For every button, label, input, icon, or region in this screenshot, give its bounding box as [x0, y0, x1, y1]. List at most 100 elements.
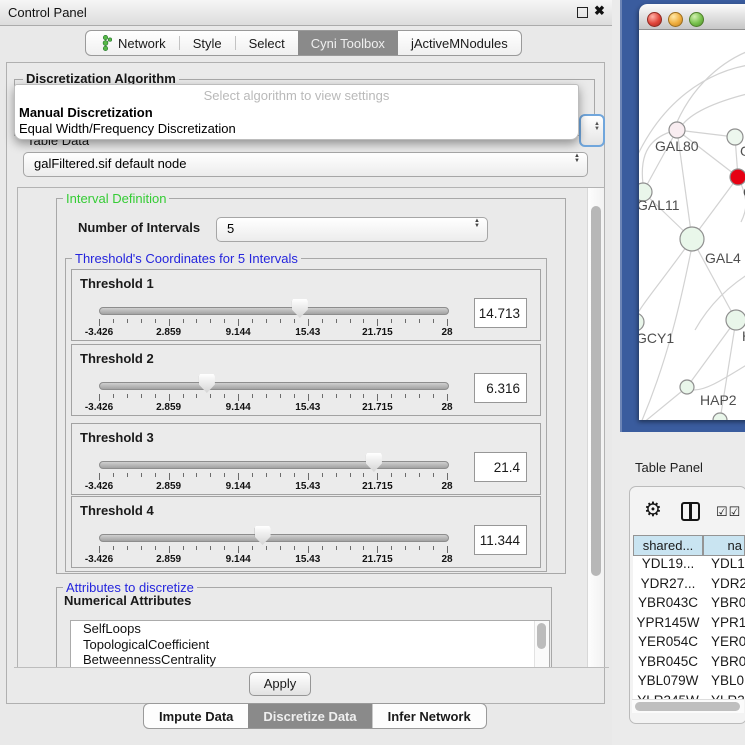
network-node[interactable]	[726, 310, 745, 330]
slider-tick	[433, 319, 434, 323]
network-node[interactable]	[713, 413, 727, 420]
threshold-value-field[interactable]: 21.4	[474, 452, 527, 482]
slider-track[interactable]	[99, 461, 449, 469]
slider-tick	[238, 394, 239, 401]
minimize-traffic-light-icon[interactable]	[668, 12, 683, 27]
network-node[interactable]	[730, 169, 745, 185]
network-node[interactable]	[639, 313, 644, 331]
table-panel: ⚙ ☑☑ shared... na YDL19...YDL1YDR27...YD…	[629, 486, 745, 724]
algorithm-combobox[interactable]: ▲▼	[579, 114, 605, 147]
table-row[interactable]: YER054CYER0	[633, 634, 745, 654]
slider-tick-label: 2.859	[156, 554, 181, 565]
slider-track[interactable]	[99, 307, 449, 315]
slider-thumb[interactable]	[366, 453, 382, 472]
split-columns-icon[interactable]	[681, 502, 700, 521]
slider-tick	[99, 546, 100, 553]
table-cell: YBR043C	[633, 595, 703, 615]
slider-tick-label: 9.144	[226, 554, 251, 565]
scrollbar-thumb[interactable]	[635, 702, 740, 711]
slider-thumb[interactable]	[292, 299, 308, 318]
slider-tick	[294, 394, 295, 398]
table-row[interactable]: YDL19...YDL1	[633, 556, 745, 576]
slider-thumb[interactable]	[255, 526, 271, 545]
tab-impute-data[interactable]: Impute Data	[144, 704, 248, 728]
table-row[interactable]: YBR045CYBR0	[633, 654, 745, 674]
network-edge	[694, 360, 745, 390]
gear-icon[interactable]: ⚙	[644, 500, 662, 520]
tab-select[interactable]: Select	[236, 31, 298, 55]
network-node[interactable]	[680, 227, 704, 251]
slider-tick	[419, 319, 420, 323]
slider-tick-label: 21.715	[362, 402, 393, 413]
close-icon[interactable]: ✖	[594, 3, 605, 19]
slider-tick-label: -3.426	[85, 402, 113, 413]
slider-tick	[252, 546, 253, 550]
horizontal-scrollbar[interactable]	[632, 699, 744, 713]
slider-thumb[interactable]	[199, 374, 215, 393]
apply-button[interactable]: Apply	[249, 672, 311, 696]
tab-discretize-data[interactable]: Discretize Data	[248, 704, 371, 728]
slider-tick	[308, 546, 309, 553]
panel-title: Control Panel	[8, 5, 87, 20]
list-item[interactable]: SelfLoops	[71, 621, 549, 637]
slider-tick	[322, 546, 323, 550]
numerical-attributes-list[interactable]: SelfLoopsTopologicalCoefficientBetweenne…	[70, 620, 550, 668]
threshold-value-field[interactable]: 14.713	[474, 298, 527, 328]
slider-track[interactable]	[99, 382, 449, 390]
zoom-traffic-light-icon[interactable]	[689, 12, 704, 27]
table-row[interactable]: YDR27...YDR2	[633, 576, 745, 596]
network-edge	[639, 387, 687, 420]
network-canvas[interactable]: GAL80GACGAL11GAL4GCY1HHAP2	[639, 30, 745, 420]
settings-scrollbar[interactable]	[587, 188, 604, 667]
list-item[interactable]: TopologicalCoefficient	[71, 637, 549, 653]
table-row[interactable]: YBR043CYBR0	[633, 595, 745, 615]
close-traffic-light-icon[interactable]	[647, 12, 662, 27]
list-item[interactable]: BetweennessCentrality	[71, 652, 549, 668]
float-icon[interactable]	[577, 7, 588, 18]
slider-tick	[322, 473, 323, 477]
scrollbar-thumb[interactable]	[591, 206, 601, 576]
tab-network[interactable]: Network	[86, 31, 179, 55]
slider-tick	[224, 473, 225, 477]
table-column-header[interactable]: shared...	[633, 535, 703, 556]
number-of-intervals-combobox[interactable]: 5 ▲▼	[216, 217, 488, 242]
slider-tick	[141, 546, 142, 550]
slider-tick	[183, 546, 184, 550]
threshold-value-field[interactable]: 11.344	[474, 525, 527, 555]
checkbox-icons[interactable]: ☑☑	[716, 504, 741, 520]
network-graph: GAL80GACGAL11GAL4GCY1HHAP2	[639, 30, 745, 420]
network-node[interactable]	[669, 122, 685, 138]
tab-style[interactable]: Style	[180, 31, 235, 55]
slider-tick	[99, 319, 100, 326]
slider-tick	[127, 546, 128, 550]
combo-arrows-icon: ▲▼	[474, 219, 480, 229]
tab-infer-network[interactable]: Infer Network	[372, 704, 486, 728]
slider-tick	[127, 394, 128, 398]
network-window[interactable]: GAL80GACGAL11GAL4GCY1HHAP2	[639, 4, 745, 420]
slider-tick	[280, 394, 281, 398]
slider-tick	[183, 319, 184, 323]
slider-tick-label: 9.144	[226, 402, 251, 413]
slider-track[interactable]	[99, 534, 449, 542]
tab-cyni-toolbox[interactable]: Cyni Toolbox	[298, 31, 398, 55]
network-window-titlebar[interactable]	[639, 4, 745, 30]
tab-jactivemnodules[interactable]: jActiveMNodules	[398, 31, 521, 55]
table-row[interactable]: YPR145WYPR1	[633, 615, 745, 635]
network-node[interactable]	[680, 380, 694, 394]
network-node-label: GA	[740, 143, 745, 159]
slider-tick	[308, 319, 309, 326]
popup-option-manual-discretization[interactable]: Manual Discretization	[19, 105, 153, 120]
threshold-value-field[interactable]: 6.316	[474, 373, 527, 403]
slider-tick	[280, 546, 281, 550]
table-cell: YDR2	[703, 576, 745, 596]
slider-tick	[322, 394, 323, 398]
table-data-combobox[interactable]: galFiltered.sif default node ▲▼	[23, 152, 588, 177]
divider	[14, 667, 609, 668]
combo-arrows-icon: ▲▼	[574, 154, 580, 164]
popup-option-equal-width[interactable]: Equal Width/Frequency Discretization	[19, 121, 236, 136]
table-cell: YPR145W	[633, 615, 703, 635]
slider-tick	[155, 319, 156, 323]
table-column-header[interactable]: na	[703, 535, 745, 556]
table-row[interactable]: YBL079WYBL0	[633, 673, 745, 693]
list-scrollbar[interactable]	[534, 621, 549, 668]
